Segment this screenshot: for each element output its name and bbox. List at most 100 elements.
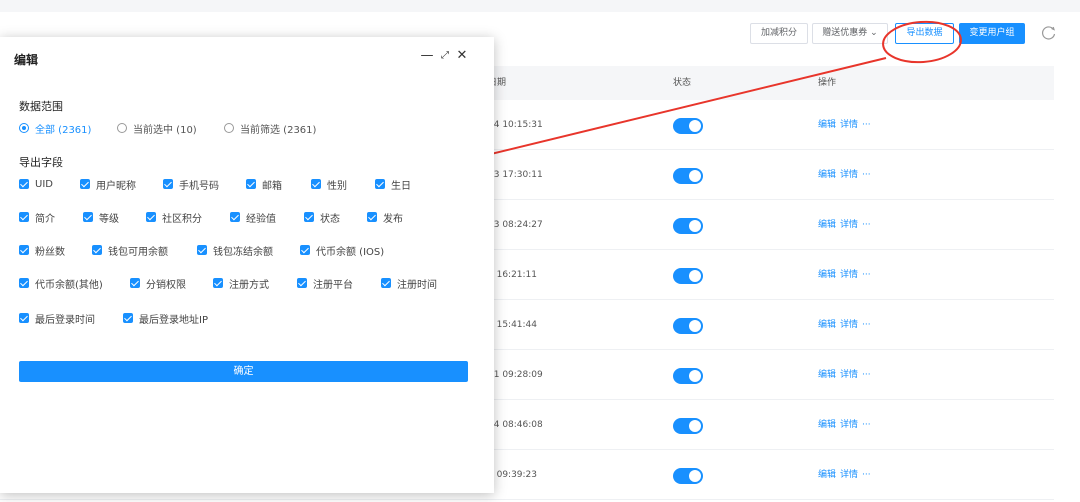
scope-radio-option[interactable]: 全部 (2361) [19, 121, 92, 136]
field-checkbox[interactable]: 生日 [375, 177, 411, 192]
adjust-points-button[interactable]: 加减积分 [750, 23, 808, 44]
more-icon[interactable]: ··· [862, 470, 871, 480]
checkbox-label: 社区积分 [162, 213, 202, 225]
detail-link[interactable]: 详情 [840, 370, 858, 380]
status-toggle[interactable] [673, 218, 703, 234]
detail-link[interactable]: 详情 [840, 120, 858, 130]
field-checkbox[interactable]: 手机号码 [163, 177, 219, 192]
checkbox-checked-icon [92, 245, 102, 255]
maximize-icon[interactable]: ⤢ [438, 47, 452, 65]
edit-link[interactable]: 编辑 [818, 470, 836, 480]
detail-link[interactable]: 详情 [840, 470, 858, 480]
checkbox-label: 钱包可用余额 [108, 246, 168, 258]
field-checkbox[interactable]: 分销权限 [130, 276, 186, 291]
checkbox-checked-icon [163, 179, 173, 189]
field-checkbox[interactable]: 代币余额 (IOS) [300, 243, 384, 258]
more-icon[interactable]: ··· [862, 320, 871, 330]
checkbox-checked-icon [367, 212, 377, 222]
scope-section-title: 数据范围 [19, 100, 63, 113]
status-toggle[interactable] [673, 418, 703, 434]
more-icon[interactable]: ··· [862, 170, 871, 180]
more-icon[interactable]: ··· [862, 220, 871, 230]
field-checkbox[interactable]: 性别 [311, 177, 347, 192]
more-icon[interactable]: ··· [862, 370, 871, 380]
checkbox-label: 分销权限 [146, 279, 186, 291]
checkbox-label: 用户昵称 [96, 180, 136, 192]
toggle-knob [689, 370, 701, 382]
field-checkbox[interactable]: 经验值 [230, 210, 276, 225]
status-toggle[interactable] [673, 268, 703, 284]
detail-link[interactable]: 详情 [840, 220, 858, 230]
more-icon[interactable]: ··· [862, 270, 871, 280]
confirm-button[interactable]: 确定 [19, 361, 468, 382]
field-checkbox[interactable]: 代币余额(其他) [19, 276, 103, 291]
gift-coupon-dropdown[interactable]: 赠送优惠券 ⌄ [812, 23, 888, 44]
status-toggle[interactable] [673, 368, 703, 384]
checkbox-checked-icon [19, 212, 29, 222]
more-icon[interactable]: ··· [862, 420, 871, 430]
row-date: 23 08:24:27 [488, 220, 543, 230]
gift-coupon-label: 赠送优惠券 [822, 28, 868, 38]
status-toggle[interactable] [673, 118, 703, 134]
refresh-icon[interactable] [1040, 24, 1058, 42]
field-checkbox[interactable]: 等级 [83, 210, 119, 225]
field-checkbox[interactable]: 邮箱 [246, 177, 282, 192]
checkbox-label: 粉丝数 [35, 246, 65, 258]
detail-link[interactable]: 详情 [840, 420, 858, 430]
field-checkbox[interactable]: 状态 [304, 210, 340, 225]
minimize-icon[interactable]: — [420, 47, 434, 65]
field-checkbox[interactable]: 注册时间 [381, 276, 437, 291]
field-checkbox[interactable]: 注册平台 [297, 276, 353, 291]
status-toggle[interactable] [673, 168, 703, 184]
checkbox-label: 最后登录时间 [35, 314, 95, 326]
status-toggle[interactable] [673, 318, 703, 334]
radio-label: 全部 (2361) [35, 124, 92, 136]
field-checkbox[interactable]: 最后登录时间 [19, 311, 95, 326]
edit-link[interactable]: 编辑 [818, 320, 836, 330]
field-checkbox[interactable]: 钱包冻结余额 [197, 243, 273, 258]
row-date: 24 08:46:08 [488, 420, 543, 430]
checkbox-label: 注册方式 [229, 279, 269, 291]
export-data-button[interactable]: 导出数据 [895, 23, 954, 44]
checkbox-checked-icon [19, 278, 29, 288]
field-checkbox[interactable]: 简介 [19, 210, 55, 225]
edit-link[interactable]: 编辑 [818, 120, 836, 130]
field-checkbox[interactable]: UID [19, 177, 53, 191]
scope-radio-option[interactable]: 当前选中 (10) [117, 121, 197, 136]
checkbox-label: 代币余额(其他) [35, 279, 103, 291]
detail-link[interactable]: 详情 [840, 170, 858, 180]
checkbox-label: 状态 [320, 213, 340, 225]
checkbox-label: 注册平台 [313, 279, 353, 291]
checkbox-checked-icon [297, 278, 307, 288]
edit-link[interactable]: 编辑 [818, 370, 836, 380]
edit-link[interactable]: 编辑 [818, 220, 836, 230]
row-actions: 编辑 详情 ··· [818, 350, 875, 400]
checkbox-checked-icon [230, 212, 240, 222]
field-checkbox[interactable]: 注册方式 [213, 276, 269, 291]
edit-link[interactable]: 编辑 [818, 170, 836, 180]
checkbox-label: 发布 [383, 213, 403, 225]
checkbox-checked-icon [381, 278, 391, 288]
edit-link[interactable]: 编辑 [818, 270, 836, 280]
more-icon[interactable]: ··· [862, 120, 871, 130]
change-group-button[interactable]: 变更用户组 [959, 23, 1025, 44]
edit-link[interactable]: 编辑 [818, 420, 836, 430]
status-toggle[interactable] [673, 468, 703, 484]
detail-link[interactable]: 详情 [840, 270, 858, 280]
field-checkbox[interactable]: 用户昵称 [80, 177, 136, 192]
checkbox-label: 简介 [35, 213, 55, 225]
checkbox-label: 邮箱 [262, 180, 282, 192]
field-checkbox[interactable]: 粉丝数 [19, 243, 65, 258]
field-checkbox[interactable]: 发布 [367, 210, 403, 225]
row-actions: 编辑 详情 ··· [818, 150, 875, 200]
field-checkbox[interactable]: 社区积分 [146, 210, 202, 225]
detail-link[interactable]: 详情 [840, 320, 858, 330]
close-icon[interactable]: ✕ [455, 47, 469, 65]
field-checkbox[interactable]: 钱包可用余额 [92, 243, 168, 258]
field-checkbox[interactable]: 最后登录地址IP [123, 311, 208, 326]
column-header-actions: 操作 [818, 78, 837, 88]
checkbox-label: 最后登录地址IP [139, 314, 208, 326]
scope-radio-option[interactable]: 当前筛选 (2361) [224, 121, 316, 136]
toggle-knob [689, 470, 701, 482]
toggle-knob [689, 120, 701, 132]
